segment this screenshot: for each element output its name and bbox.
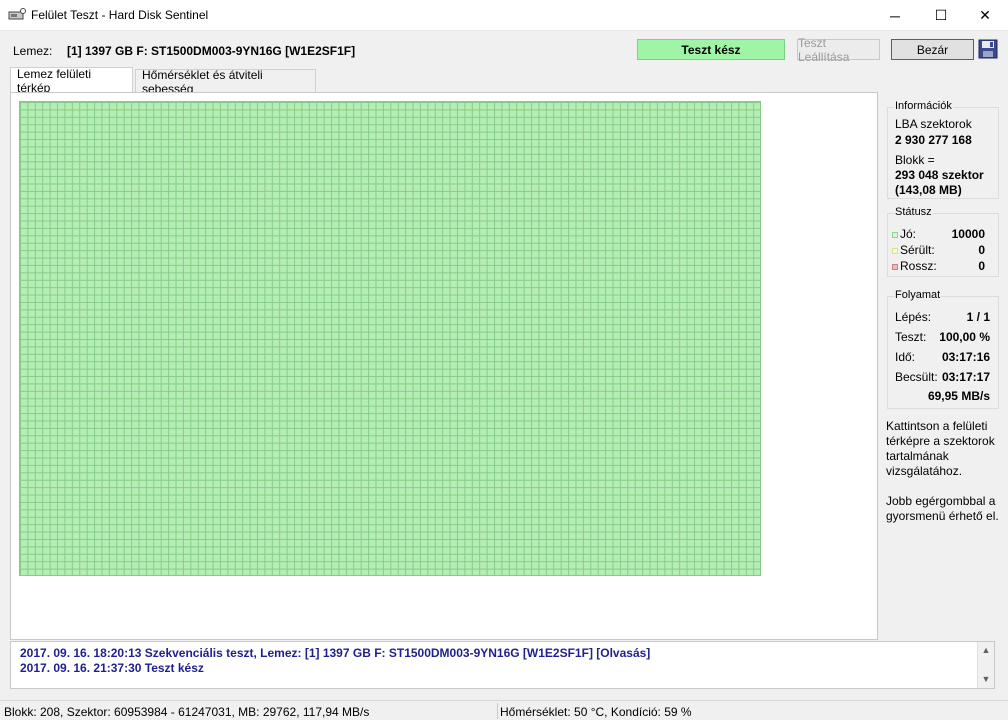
- damaged-value: 0: [978, 243, 985, 257]
- info-title: Információk: [894, 100, 953, 112]
- toolbar: Lemez: [1] 1397 GB F: ST1500DM003-9YN16G…: [0, 31, 1008, 68]
- surface-map-panel: [10, 92, 878, 640]
- test-status-badge: Teszt kész: [637, 39, 785, 60]
- window-title: Felület Teszt - Hard Disk Sentinel: [31, 8, 209, 22]
- speed-value: 69,95 MB/s: [927, 389, 990, 403]
- event-log[interactable]: 2017. 09. 16. 18:20:13 Szekvenciális tes…: [10, 641, 995, 689]
- exit-button[interactable]: Bezár: [891, 39, 974, 60]
- hard-disk-icon: [8, 8, 26, 20]
- bad-value: 0: [978, 259, 985, 273]
- log-line: 2017. 09. 16. 18:20:13 Szekvenciális tes…: [20, 646, 651, 660]
- good-label: Jó:: [900, 227, 917, 241]
- surface-map-grid[interactable]: [19, 101, 761, 576]
- status-separator: [497, 703, 498, 719]
- damaged-label: Sérült:: [900, 243, 935, 257]
- save-icon[interactable]: [978, 39, 998, 59]
- log-line: 2017. 09. 16. 21:37:30 Teszt kész: [20, 661, 204, 675]
- block-value: 293 048 szektor: [895, 168, 984, 182]
- tab-surface-map[interactable]: Lemez felületi térkép: [10, 67, 133, 95]
- scroll-down-icon[interactable]: ▼: [981, 674, 991, 684]
- time-value: 03:17:16: [941, 350, 990, 364]
- lba-label: LBA szektorok: [895, 117, 972, 131]
- tab-temperature-speed[interactable]: Hőmérséklet és átviteli sebesség: [135, 68, 316, 96]
- status-bar: Blokk: 208, Szektor: 60953984 - 61247031…: [0, 700, 1008, 720]
- minimize-button[interactable]: ─: [872, 0, 918, 31]
- temperature-health-text: Hőmérséklet: 50 °C, Kondíció: 59 %: [500, 705, 692, 719]
- block-size: (143,08 MB): [895, 183, 962, 197]
- stop-test-button[interactable]: Teszt Leállítása: [797, 36, 880, 64]
- block-info-text: Blokk: 208, Szektor: 60953984 - 61247031…: [4, 705, 370, 719]
- step-label: Lépés:: [895, 310, 932, 324]
- progress-group: Folyamat Lépés: 1 / 1 Teszt: 100,00 % Id…: [887, 289, 999, 409]
- good-color-square: [892, 231, 898, 238]
- good-value: 10000: [951, 227, 985, 241]
- lba-value: 2 930 277 168: [895, 133, 972, 147]
- scroll-up-icon[interactable]: ▲: [981, 645, 991, 655]
- right-click-hint-text: Jobb egérgombbal a gyorsmenü érhető el.: [886, 494, 999, 523]
- estimate-label: Becsült:: [895, 370, 938, 384]
- test-value: 100,00 %: [939, 330, 990, 344]
- click-hint-text: Kattintson a felületi térképre a szektor…: [886, 419, 995, 478]
- bad-label: Rossz:: [900, 259, 937, 273]
- disk-value: [1] 1397 GB F: ST1500DM003-9YN16G [W1E2S…: [67, 44, 356, 58]
- progress-title: Folyamat: [894, 289, 942, 301]
- title-bar: Felület Teszt - Hard Disk Sentinel ─ ☐ ✕: [0, 0, 1008, 31]
- step-value: 1 / 1: [966, 310, 990, 324]
- test-label: Teszt:: [895, 330, 927, 344]
- estimate-value: 03:17:17: [941, 370, 990, 384]
- info-group: Információk LBA szektorok 2 930 277 168 …: [887, 100, 999, 199]
- block-label: Blokk =: [895, 153, 935, 167]
- log-scrollbar[interactable]: ▲ ▼: [977, 642, 994, 688]
- close-window-button[interactable]: ✕: [962, 0, 1008, 31]
- time-label: Idő:: [895, 350, 916, 364]
- disk-label: Lemez:: [13, 44, 53, 58]
- maximize-button[interactable]: ☐: [918, 0, 964, 31]
- damaged-color-square: [892, 247, 898, 254]
- status-group: Státusz Jó: 10000 Sérült: 0 Rossz: 0: [887, 206, 999, 277]
- bad-color-square: [892, 263, 898, 270]
- status-title: Státusz: [894, 206, 933, 218]
